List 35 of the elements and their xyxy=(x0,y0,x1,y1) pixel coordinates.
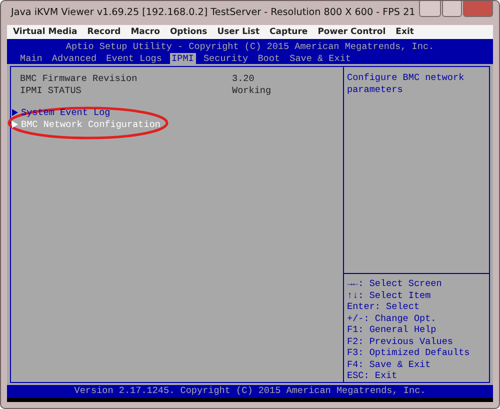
menu-item[interactable]: Power Control xyxy=(318,26,386,38)
key-hint: ESC: Exit xyxy=(347,370,398,382)
menu-item[interactable]: Virtual Media xyxy=(13,26,78,38)
key-hint: ↑↓: Select Item xyxy=(347,290,432,301)
menu-item[interactable]: Record xyxy=(87,26,121,38)
bios-tab[interactable]: Security xyxy=(201,52,250,64)
bios-tab[interactable]: Main xyxy=(18,52,44,64)
bios-tab[interactable]: IPMI xyxy=(170,52,196,64)
menu-item[interactable]: Capture xyxy=(270,26,308,38)
key-hint: Enter: Select xyxy=(347,301,421,312)
key-hint: +/-: Change Opt. xyxy=(347,312,438,324)
field-label: IPMI STATUS xyxy=(20,84,82,96)
key-hint: F2: Previous Values xyxy=(347,336,454,347)
menu-item[interactable]: Exit xyxy=(396,26,414,38)
menu-item[interactable]: Options xyxy=(170,26,208,38)
field-value: 3.20 xyxy=(232,73,254,84)
bios-tab[interactable]: Advanced xyxy=(50,52,99,64)
bios-header-title: Aptio Setup Utility - Copyright (C) 2015 American Megatrends, Inc. xyxy=(64,41,436,52)
key-hint: F3: Optimized Defaults xyxy=(347,347,471,358)
key-hint: F1: General Help xyxy=(347,324,438,336)
minimize-button[interactable] xyxy=(419,1,442,17)
field-value: Working xyxy=(232,84,272,96)
maximize-button[interactable] xyxy=(442,1,462,17)
field-label: BMC Firmware Revision xyxy=(20,73,138,84)
close-button[interactable] xyxy=(463,1,494,17)
bios-tab[interactable]: Save & Exit xyxy=(288,52,353,64)
window-title: Java iKVM Viewer v1.69.25 [192.168.0.2] TestServer - Resolution 800 X 600 - FPS 21 xyxy=(11,6,416,20)
help-text: Configure BMC network parameters xyxy=(347,72,466,95)
bios-tab[interactable]: Event Logs xyxy=(104,52,164,64)
key-hint: F4: Save & Exit xyxy=(347,358,432,370)
key-hint: →←: Select Screen xyxy=(347,278,443,290)
menu-item[interactable]: User List xyxy=(217,26,260,38)
bios-tab[interactable]: Boot xyxy=(256,52,282,64)
menu-item[interactable]: Macro xyxy=(130,26,160,38)
bios-footer-version: Version 2.17.1245. Copyright (C) 2015 American Megatrends, Inc. xyxy=(74,385,426,396)
